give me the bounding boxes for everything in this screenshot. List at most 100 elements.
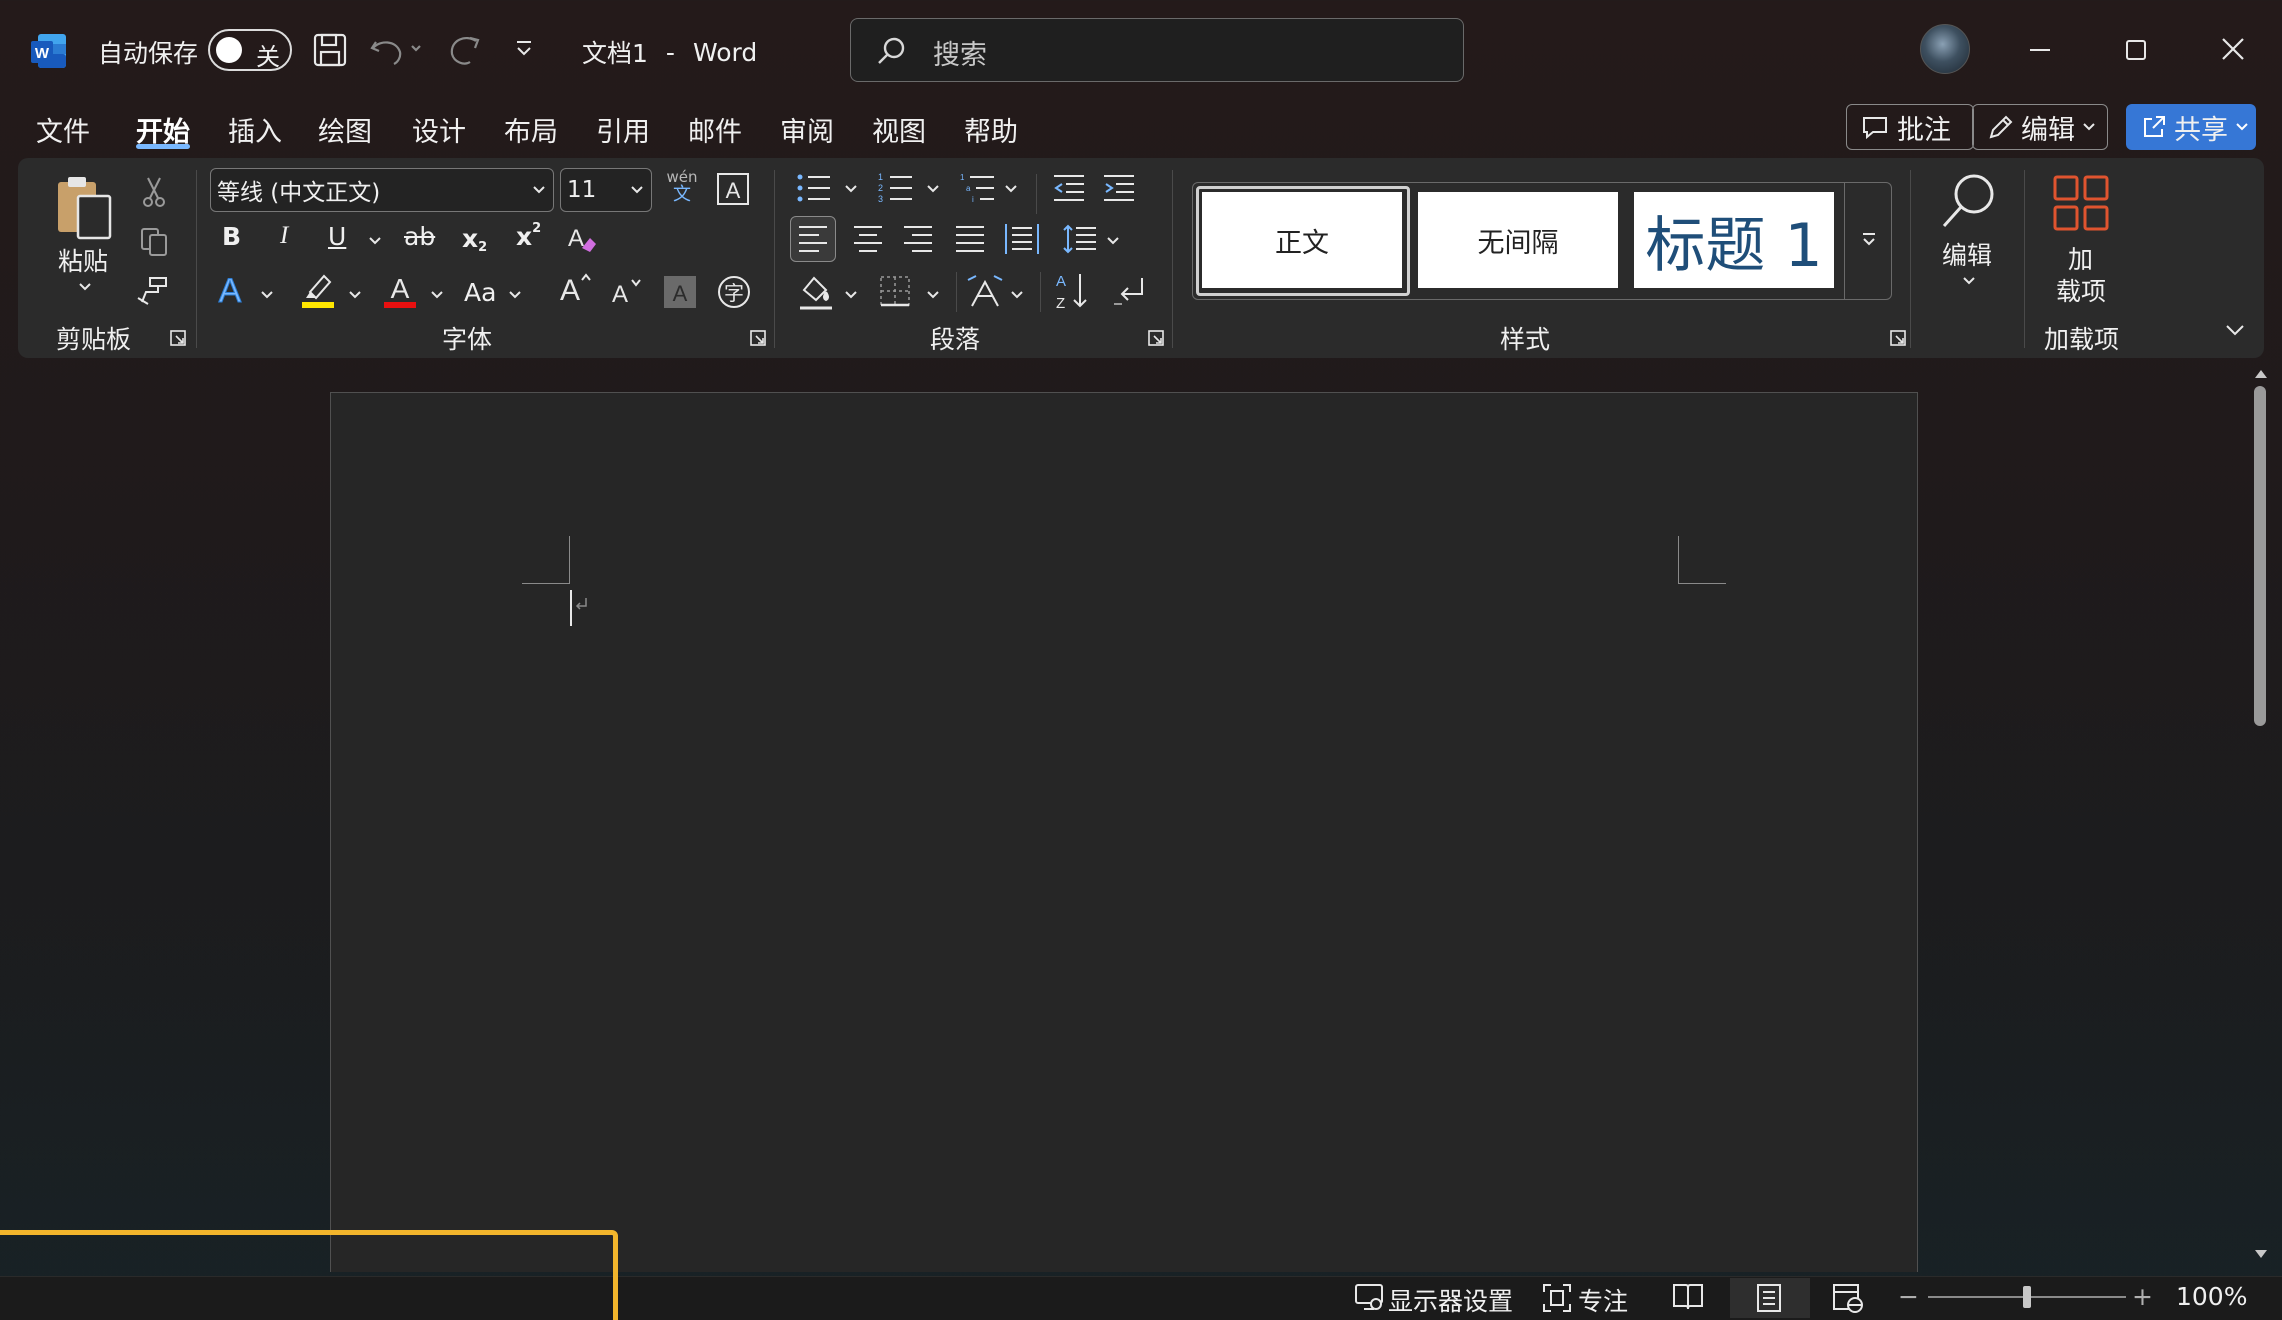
justify-icon[interactable] bbox=[954, 224, 986, 254]
distributed-icon[interactable] bbox=[1004, 222, 1040, 256]
dialog-launcher-icon[interactable] bbox=[750, 330, 766, 346]
shrink-font-icon[interactable]: A bbox=[608, 274, 644, 308]
tab-view[interactable]: 视图 bbox=[872, 110, 926, 149]
tab-mailings[interactable]: 邮件 bbox=[688, 110, 742, 149]
chevron-down-icon[interactable] bbox=[78, 280, 92, 294]
style-no-spacing[interactable]: 无间隔 bbox=[1418, 192, 1618, 288]
cut-icon[interactable] bbox=[138, 176, 170, 208]
increase-indent-icon[interactable] bbox=[1102, 172, 1136, 204]
tab-draw[interactable]: 绘图 bbox=[318, 110, 372, 149]
undo-icon[interactable] bbox=[368, 32, 424, 68]
dialog-launcher-icon[interactable] bbox=[170, 330, 186, 346]
italic-button[interactable]: I bbox=[280, 222, 288, 250]
font-size-select[interactable]: 11 bbox=[560, 168, 652, 212]
chevron-down-icon[interactable] bbox=[926, 288, 940, 302]
tab-file[interactable]: 文件 bbox=[36, 110, 90, 149]
style-normal[interactable]: 正文 bbox=[1202, 192, 1402, 288]
chevron-down-icon[interactable] bbox=[430, 288, 444, 302]
bold-button[interactable]: B bbox=[222, 222, 241, 251]
align-left-button[interactable] bbox=[790, 216, 836, 262]
paste-label[interactable]: 粘贴 bbox=[58, 242, 108, 278]
editing-mode-button[interactable]: 编辑 bbox=[1972, 104, 2108, 150]
text-effects-icon[interactable]: A bbox=[214, 270, 250, 311]
numbering-icon[interactable]: 123 bbox=[878, 172, 914, 204]
add-ins-label-2[interactable]: 载项 bbox=[2056, 272, 2106, 308]
scrollbar-thumb[interactable] bbox=[2254, 386, 2266, 726]
chevron-down-icon[interactable] bbox=[508, 288, 522, 302]
decrease-indent-icon[interactable] bbox=[1052, 172, 1086, 204]
styles-more-button[interactable] bbox=[1844, 182, 1892, 300]
paste-icon[interactable] bbox=[54, 174, 120, 242]
show-marks-icon[interactable] bbox=[1112, 274, 1150, 310]
tab-references[interactable]: 引用 bbox=[596, 110, 650, 149]
enclose-characters-icon[interactable]: 字 bbox=[716, 274, 752, 310]
web-layout-icon[interactable] bbox=[1832, 1282, 1864, 1314]
bullets-icon[interactable] bbox=[796, 172, 832, 204]
tab-review[interactable]: 审阅 bbox=[780, 110, 834, 149]
scroll-down-icon[interactable] bbox=[2253, 1248, 2269, 1260]
print-layout-button[interactable] bbox=[1730, 1278, 1810, 1318]
focus-label[interactable]: 专注 bbox=[1578, 1282, 1628, 1318]
tab-insert[interactable]: 插入 bbox=[228, 110, 282, 149]
superscript-button[interactable]: x 2 bbox=[516, 221, 541, 251]
chevron-down-icon[interactable] bbox=[1962, 274, 1976, 288]
collapse-ribbon-icon[interactable] bbox=[2224, 322, 2246, 338]
zoom-level[interactable]: 100% bbox=[2176, 1282, 2247, 1311]
tab-design[interactable]: 设计 bbox=[412, 110, 466, 149]
style-heading-1[interactable]: 标题 1 bbox=[1634, 192, 1834, 288]
character-shading-icon[interactable]: A bbox=[664, 276, 696, 308]
scroll-up-icon[interactable] bbox=[2253, 368, 2269, 380]
zoom-in-button[interactable]: + bbox=[2132, 1282, 2153, 1311]
chevron-down-icon[interactable] bbox=[844, 182, 858, 196]
subscript-button[interactable]: x 2 bbox=[462, 222, 487, 255]
search-box[interactable]: 搜索 bbox=[850, 18, 1464, 82]
font-name-select[interactable]: 等线 (中文正文) bbox=[210, 168, 554, 212]
close-icon[interactable] bbox=[2220, 36, 2246, 62]
multilevel-list-icon[interactable]: 1ai bbox=[960, 172, 996, 204]
chevron-down-icon[interactable] bbox=[368, 234, 382, 248]
minimize-icon[interactable] bbox=[2028, 38, 2052, 62]
chevron-down-icon[interactable] bbox=[1004, 182, 1018, 196]
zoom-slider-thumb[interactable] bbox=[2023, 1286, 2031, 1308]
chinese-layout-icon[interactable] bbox=[966, 272, 1004, 310]
align-center-icon[interactable] bbox=[852, 224, 884, 254]
chevron-down-icon[interactable] bbox=[1106, 234, 1120, 248]
sort-icon[interactable]: AZ bbox=[1054, 270, 1092, 312]
copy-icon[interactable] bbox=[138, 226, 170, 258]
chevron-down-icon[interactable] bbox=[926, 182, 940, 196]
strikethrough-button[interactable]: ab bbox=[404, 222, 435, 251]
zoom-out-button[interactable]: − bbox=[1898, 1282, 1919, 1311]
shading-icon[interactable] bbox=[798, 272, 834, 312]
align-right-icon[interactable] bbox=[902, 224, 934, 254]
customize-qat-icon[interactable] bbox=[514, 38, 534, 60]
borders-icon[interactable] bbox=[878, 274, 912, 308]
editing-label[interactable]: 编辑 bbox=[1942, 236, 1992, 272]
chevron-down-icon[interactable] bbox=[1010, 288, 1024, 302]
read-mode-icon[interactable] bbox=[1672, 1282, 1704, 1312]
change-case-button[interactable]: Aa bbox=[464, 278, 496, 307]
maximize-icon[interactable] bbox=[2124, 38, 2148, 62]
comments-button[interactable]: 批注 bbox=[1846, 104, 1974, 150]
chevron-down-icon[interactable] bbox=[348, 288, 362, 302]
avatar[interactable] bbox=[1920, 24, 1970, 74]
character-border-icon[interactable]: A bbox=[716, 172, 750, 206]
phonetic-guide-button[interactable]: wén 文 bbox=[664, 168, 700, 204]
display-settings-label[interactable]: 显示器设置 bbox=[1388, 1282, 1513, 1318]
grow-font-icon[interactable]: A bbox=[556, 270, 592, 306]
autosave-toggle[interactable]: 关 bbox=[208, 29, 292, 71]
font-color-icon[interactable]: A bbox=[382, 270, 418, 310]
redo-icon[interactable] bbox=[446, 32, 482, 68]
highlighter-icon[interactable] bbox=[300, 270, 336, 310]
focus-icon[interactable] bbox=[1542, 1282, 1572, 1314]
dialog-launcher-icon[interactable] bbox=[1148, 330, 1164, 346]
add-ins-label-1[interactable]: 加 bbox=[2068, 240, 2093, 276]
find-icon[interactable] bbox=[1938, 170, 2000, 232]
display-settings-icon[interactable] bbox=[1354, 1282, 1386, 1314]
chevron-down-icon[interactable] bbox=[844, 288, 858, 302]
save-icon[interactable] bbox=[312, 32, 348, 68]
tab-help[interactable]: 帮助 bbox=[964, 110, 1018, 149]
document-page[interactable] bbox=[330, 392, 1918, 1272]
chevron-down-icon[interactable] bbox=[260, 288, 274, 302]
format-painter-icon[interactable] bbox=[136, 274, 170, 308]
tab-layout[interactable]: 布局 bbox=[504, 110, 558, 149]
